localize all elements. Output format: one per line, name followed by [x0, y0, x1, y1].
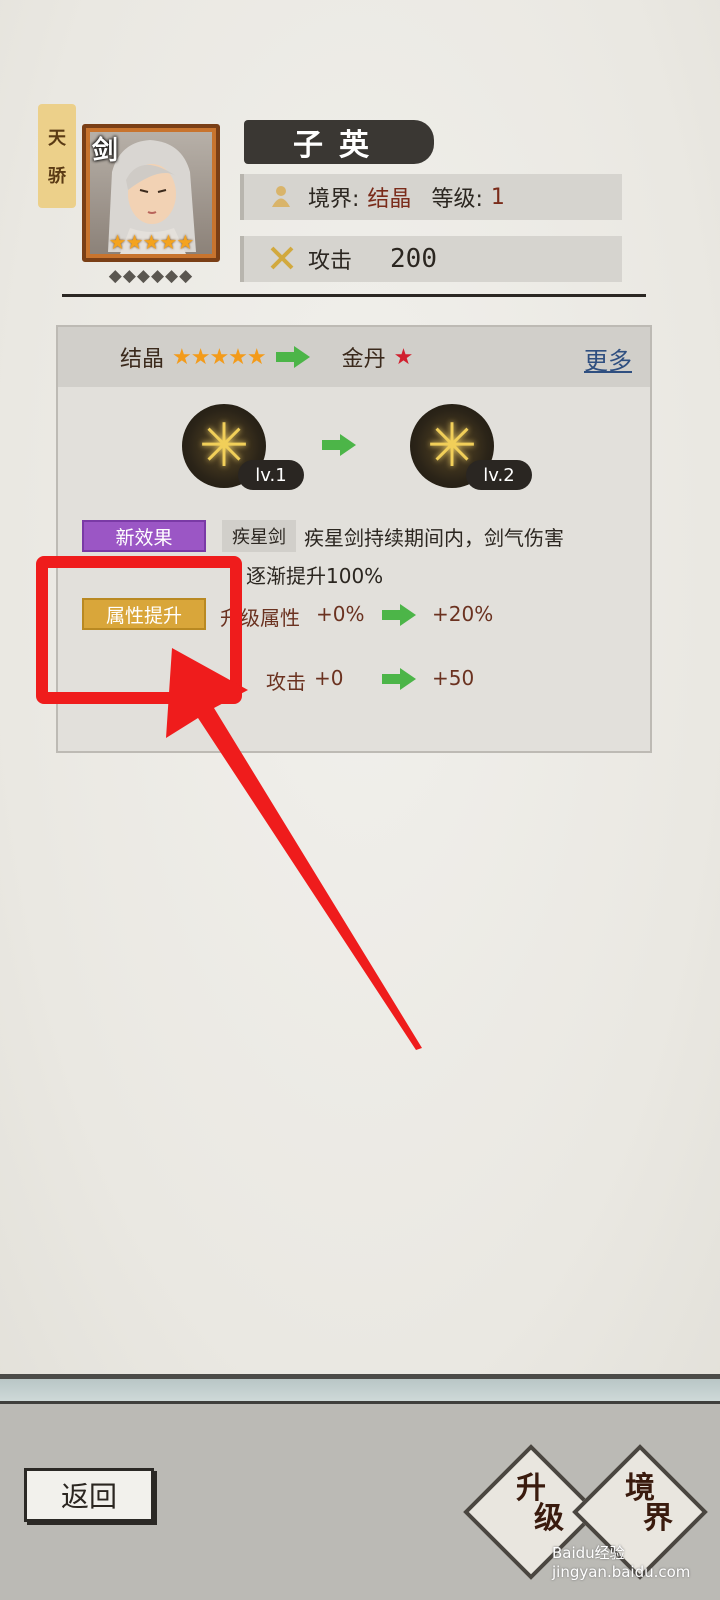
- back-label: 返回: [60, 1480, 117, 1513]
- realm-char-2: 界: [643, 1501, 673, 1536]
- upgrade-button-label[interactable]: 升 级: [476, 1474, 586, 1534]
- watermark: Baidu经验 jingyan.baidu.com: [552, 1544, 691, 1581]
- realm-button-label[interactable]: 境 界: [585, 1474, 695, 1534]
- upgrade-char-1: 升: [516, 1471, 546, 1506]
- decorative-wave-border: [0, 1374, 720, 1404]
- realm-char-1: 境: [625, 1471, 655, 1506]
- back-button[interactable]: 返回: [24, 1468, 154, 1522]
- annotation-arrow: [166, 648, 422, 1050]
